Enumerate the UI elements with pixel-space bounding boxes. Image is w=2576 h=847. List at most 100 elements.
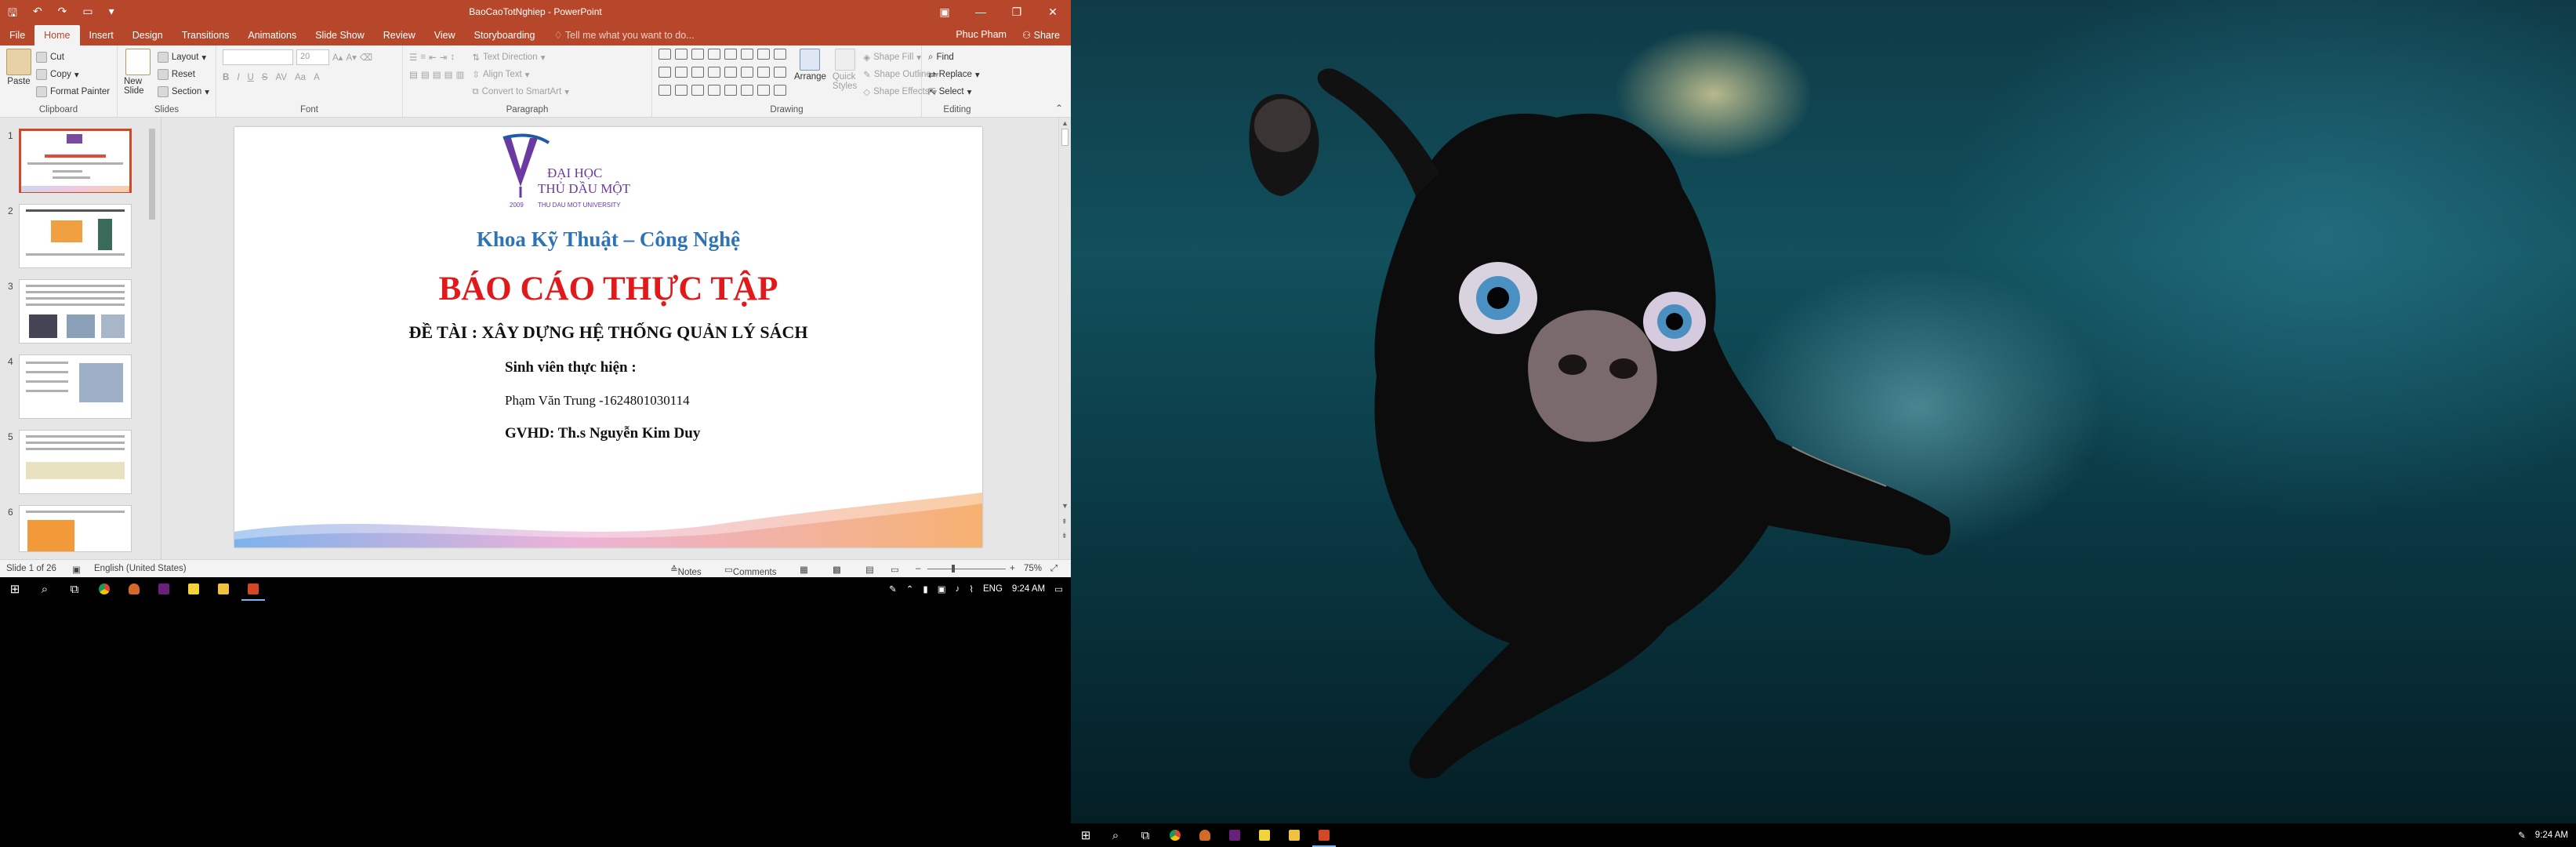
align-right-icon[interactable]: ▤ xyxy=(433,69,441,80)
thumbnail-scrollbar-thumb[interactable] xyxy=(149,129,155,220)
select-button[interactable]: ⇱ Select ▾ xyxy=(928,83,986,100)
slide-thumbnail-3[interactable] xyxy=(19,279,132,344)
tab-home[interactable]: Home xyxy=(34,25,80,45)
comments-button[interactable]: ▭ Comments xyxy=(724,564,776,577)
convert-smartart-button[interactable]: ⧉ Convert to SmartArt ▾ xyxy=(472,83,569,100)
reset-button[interactable]: Reset xyxy=(157,66,209,83)
replace-button[interactable]: ⇄ Replace ▾ xyxy=(928,66,986,83)
cut-button[interactable]: Cut xyxy=(36,49,110,66)
file-explorer-icon-2[interactable] xyxy=(1279,823,1309,847)
thumbnail-scrollbar[interactable] xyxy=(147,118,157,559)
clear-format-icon[interactable]: ⌫ xyxy=(360,52,372,63)
zoom-out-icon[interactable]: – xyxy=(916,564,920,573)
strikethrough-button[interactable]: S xyxy=(262,73,268,82)
normal-view-icon[interactable]: ▦ xyxy=(800,564,808,575)
increase-indent-icon[interactable]: ⇥ xyxy=(440,52,448,63)
pen-workspace-icon[interactable]: ✎ xyxy=(889,583,897,594)
scroll-down-icon[interactable]: ▼ xyxy=(1061,502,1068,510)
visual-studio-icon[interactable] xyxy=(149,577,179,601)
font-size-box[interactable]: 20 xyxy=(296,49,329,65)
user-name[interactable]: Phuc Pham xyxy=(956,29,1007,41)
chrome-icon[interactable] xyxy=(89,577,119,601)
previous-slide-icon[interactable]: ⇞ xyxy=(1061,518,1068,526)
notes-button[interactable]: ≙ Notes xyxy=(670,564,702,577)
slide-scrollbar[interactable]: ▲ ▼ ⇞ ⇟ xyxy=(1058,118,1071,559)
change-case-icon[interactable]: Aa xyxy=(295,73,306,82)
tab-insert[interactable]: Insert xyxy=(80,25,123,45)
slide-supervisor[interactable]: GVHD: Th.s Nguyễn Kim Duy xyxy=(505,425,700,442)
arrange-button[interactable]: Arrange xyxy=(794,49,826,100)
slide-scrollbar-thumb[interactable] xyxy=(1061,129,1068,146)
decrease-indent-icon[interactable]: ⇤ xyxy=(429,52,437,63)
volume-icon[interactable]: ♪ xyxy=(956,584,960,594)
tab-storyboarding[interactable]: Storyboarding xyxy=(465,25,545,45)
powerpoint-taskbar-icon[interactable] xyxy=(238,577,268,601)
section-button[interactable]: Section ▾ xyxy=(157,83,209,100)
sticky-notes-icon[interactable] xyxy=(179,577,209,601)
text-direction-button[interactable]: ⇅ Text Direction ▾ xyxy=(472,49,569,66)
tab-animations[interactable]: Animations xyxy=(238,25,306,45)
tab-file[interactable]: File xyxy=(0,25,34,45)
tab-transitions[interactable]: Transitions xyxy=(172,25,239,45)
slide-thumbnail-4[interactable] xyxy=(19,354,132,419)
share-button[interactable]: ⚇ Share xyxy=(1022,29,1060,41)
pen-workspace-icon-2[interactable]: ✎ xyxy=(2518,830,2526,841)
slide-thumbnail-1[interactable] xyxy=(19,129,132,193)
reading-view-icon[interactable]: ▤ xyxy=(865,564,874,575)
slide-sorter-icon[interactable]: ▩ xyxy=(833,564,841,575)
slide-thumbnail-5[interactable] xyxy=(19,430,132,494)
language-status[interactable]: English (United States) xyxy=(94,564,187,573)
underline-button[interactable]: U xyxy=(248,73,254,82)
zoom-level[interactable]: 75% xyxy=(1024,564,1042,573)
torch-icon-2[interactable] xyxy=(1190,823,1220,847)
char-spacing-icon[interactable]: AV xyxy=(276,73,288,82)
app-tray-icon[interactable]: ▣ xyxy=(938,583,946,594)
restore-button[interactable]: ❐ xyxy=(999,0,1035,24)
grow-font-icon[interactable]: A▴ xyxy=(332,52,343,63)
close-button[interactable]: ✕ xyxy=(1035,0,1071,24)
tab-slide-show[interactable]: Slide Show xyxy=(306,25,374,45)
shapes-gallery[interactable] xyxy=(659,49,788,100)
zoom-in-icon[interactable]: + xyxy=(1010,564,1015,573)
sticky-notes-icon-2[interactable] xyxy=(1250,823,1279,847)
clock-left[interactable]: 9:24 AM xyxy=(1012,584,1045,594)
slide-title[interactable]: BÁO CÁO THỰC TẬP xyxy=(234,270,982,308)
powerpoint-taskbar-icon-2[interactable] xyxy=(1309,823,1339,847)
clock-right[interactable]: 9:24 AM xyxy=(2535,831,2568,840)
slide-topic[interactable]: ĐỀ TÀI : XÂY DỰNG HỆ THỐNG QUẢN LÝ SÁCH xyxy=(234,322,982,343)
copy-button[interactable]: Copy ▾ xyxy=(36,66,110,83)
slide-student-label[interactable]: Sinh viên thực hiện : xyxy=(505,359,637,376)
slide-thumbnail-6[interactable] xyxy=(19,505,132,552)
ribbon-display-options-icon[interactable]: ▣ xyxy=(927,0,963,24)
spell-check-icon[interactable]: ▣ xyxy=(72,564,81,575)
input-language[interactable]: ENG xyxy=(983,584,1003,594)
tab-review[interactable]: Review xyxy=(374,25,425,45)
bullets-icon[interactable]: ☰ xyxy=(409,52,417,63)
columns-icon[interactable]: ▥ xyxy=(456,69,465,80)
tell-me-box[interactable]: ♢ Tell me what you want to do... xyxy=(544,24,703,45)
task-view-icon-2[interactable]: ⧉ xyxy=(1130,823,1160,847)
align-center-icon[interactable]: ▤ xyxy=(421,69,430,80)
task-view-icon[interactable]: ⧉ xyxy=(60,577,89,601)
next-slide-icon[interactable]: ⇟ xyxy=(1061,532,1068,540)
windows-start-icon[interactable]: ⊞ xyxy=(0,577,30,601)
slide-thumbnail-2[interactable] xyxy=(19,204,132,268)
layout-button[interactable]: Layout ▾ xyxy=(157,49,209,66)
slide-student-name[interactable]: Phạm Văn Trung -1624801030114 xyxy=(505,393,690,409)
numbering-icon[interactable]: ≡ xyxy=(420,53,426,62)
search-icon[interactable]: ⌕ xyxy=(30,577,60,601)
slide-canvas[interactable]: ĐẠI HỌC THỦ DẦU MỘT 2009 THU DAU MOT UNI… xyxy=(234,127,982,547)
chrome-icon-2[interactable] xyxy=(1160,823,1190,847)
new-slide-button[interactable]: New Slide xyxy=(124,49,153,100)
slide-show-icon[interactable]: ▭ xyxy=(891,564,899,575)
italic-button[interactable]: I xyxy=(237,73,239,82)
find-button[interactable]: ⌕ Find xyxy=(928,49,986,66)
shrink-font-icon[interactable]: A▾ xyxy=(346,52,356,63)
action-center-icon[interactable]: ▭ xyxy=(1054,583,1063,594)
scroll-up-icon[interactable]: ▲ xyxy=(1061,119,1068,127)
justify-icon[interactable]: ▤ xyxy=(444,69,453,80)
network-icon[interactable]: ⌇ xyxy=(969,583,974,594)
search-icon-2[interactable]: ⌕ xyxy=(1101,823,1130,847)
paste-button[interactable]: Paste xyxy=(6,49,31,100)
line-spacing-icon[interactable]: ↕ xyxy=(450,53,455,62)
